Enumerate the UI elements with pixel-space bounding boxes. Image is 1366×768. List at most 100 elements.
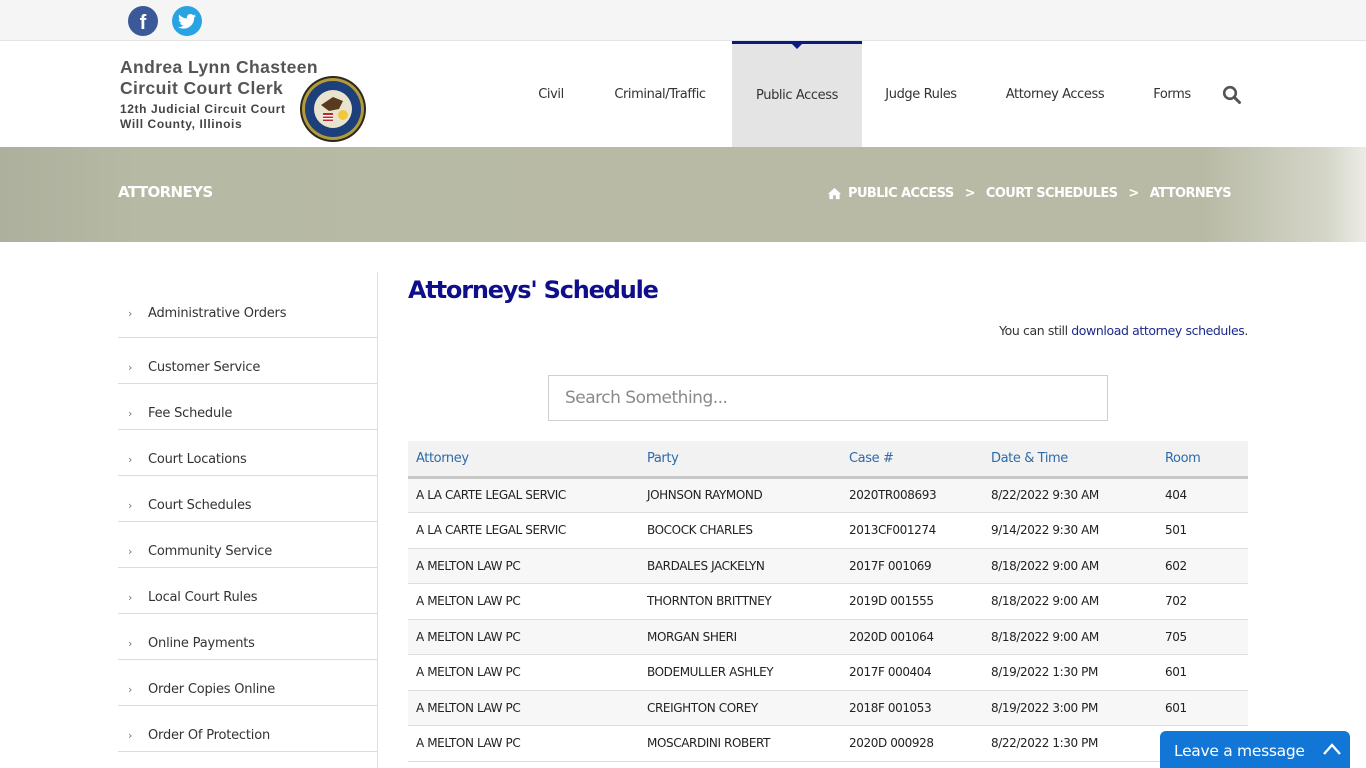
table-row[interactable]: A MELTON LAW PC BARDALES JACKELYN 2017F 00… [408, 548, 1248, 584]
social-bar: f [0, 0, 1366, 41]
schedule-search-input[interactable] [548, 375, 1108, 421]
cell-attorney: A MELTON LAW PC [416, 629, 521, 644]
twitter-link[interactable] [172, 6, 202, 36]
cell-date-time: 8/18/2022 9:00 AM [991, 594, 1099, 609]
cell-case-number: 2020D 000928 [849, 736, 934, 751]
nav-label: Criminal/Traffic [614, 86, 706, 102]
cell-party: MOSCARDINI ROBERT [647, 736, 771, 751]
sidebar-item-customer-service[interactable]: › Customer Service [118, 338, 377, 384]
sidebar-item-order-of-protection[interactable]: › Order Of Protection [118, 706, 377, 752]
nav-label: Judge Rules [885, 86, 957, 102]
table-row[interactable]: A MELTON LAW PC MOSCARDINI ROBERT 2020D 00… [408, 725, 1248, 761]
chevron-right-icon: › [128, 729, 133, 742]
cell-party: CREIGHTON COREY [647, 700, 758, 715]
page-title: Attorneys' Schedule [408, 276, 659, 304]
table-row[interactable]: A MELTON LAW PC MORGAN SHERI 2020D 001064 8… [408, 619, 1248, 655]
breadcrumb-separator: > [964, 186, 976, 201]
banner-title: ATTORNEYS [118, 183, 213, 201]
site-logo[interactable]: Andrea Lynn Chasteen Circuit Court Clerk… [120, 57, 370, 147]
nav-label: Civil [538, 86, 564, 102]
chevron-right-icon: › [128, 591, 133, 604]
download-schedules-link[interactable]: download attorney schedules [1071, 323, 1245, 338]
cell-case-number: 2013CF001274 [849, 523, 936, 538]
chevron-right-icon: › [128, 637, 133, 650]
nav-forms[interactable]: Forms [1140, 41, 1204, 147]
cell-party: BARDALES JACKELYN [647, 558, 765, 573]
breadcrumb: PUBLIC ACCESS > COURT SCHEDULES > ATTORN… [827, 186, 1232, 201]
sidebar-item-label: Local Court Rules [148, 590, 258, 605]
cell-attorney: A LA CARTE LEGAL SERVIC [416, 523, 566, 538]
cell-attorney: A LA CARTE LEGAL SERVIC [416, 488, 566, 503]
nav-criminal-traffic[interactable]: Criminal/Traffic [598, 41, 722, 147]
cell-case-number: 2018F 001053 [849, 700, 932, 715]
nav-label: Public Access [756, 88, 838, 103]
cell-party: THORNTON BRITTNEY [647, 594, 772, 609]
sidebar-item-online-payments[interactable]: › Online Payments [118, 614, 377, 660]
download-note-suffix: . [1244, 323, 1248, 338]
download-note-prefix: You can still [999, 323, 1072, 338]
cell-date-time: 8/18/2022 9:00 AM [991, 629, 1099, 644]
table-row[interactable]: A MELTON LAW PC CREIGHTON COREY 2018F 0010… [408, 690, 1248, 726]
download-note: You can still download attorney schedule… [999, 323, 1248, 338]
facebook-icon: f [139, 11, 147, 34]
column-header-attorney[interactable]: Attorney [408, 441, 639, 477]
chevron-right-icon: › [128, 453, 133, 466]
sidebar-item-label: Court Schedules [148, 498, 252, 513]
cell-attorney: A MELTON LAW PC [416, 665, 521, 680]
cell-date-time: 8/19/2022 3:00 PM [991, 700, 1098, 715]
breadcrumb-attorneys[interactable]: ATTORNEYS [1150, 186, 1232, 201]
cell-party: MORGAN SHERI [647, 629, 737, 644]
chat-label: Leave a message [1174, 742, 1305, 760]
chevron-right-icon: › [128, 407, 133, 420]
cell-party: BOCOCK CHARLES [647, 523, 753, 538]
column-header-room[interactable]: Room [1157, 441, 1248, 477]
nav-label: Forms [1153, 86, 1191, 102]
nav-public-access[interactable]: Public Access [732, 41, 862, 147]
sidebar-nav: › Administrative Orders › Customer Service… [118, 272, 378, 768]
sidebar-item-label: Online Payments [148, 636, 255, 651]
sidebar-item-fee-schedule[interactable]: › Fee Schedule [118, 384, 377, 430]
table-row[interactable]: A LA CARTE LEGAL SERVIC JOHNSON RAYMOND 20… [408, 477, 1248, 513]
sidebar-item-administrative-orders[interactable]: › Administrative Orders [118, 272, 377, 338]
cell-date-time: 8/18/2022 9:00 AM [991, 558, 1099, 573]
twitter-icon [178, 13, 196, 29]
sidebar-item-community-service[interactable]: › Community Service [118, 522, 377, 568]
cell-room: 601 [1165, 665, 1187, 680]
sidebar-item-local-court-rules[interactable]: › Local Court Rules [118, 568, 377, 614]
column-header-party[interactable]: Party [639, 441, 841, 477]
court-seal-icon [300, 76, 366, 142]
attorney-schedule-table: Attorney Party Case # Date & Time Room A… [408, 441, 1248, 762]
nav-judge-rules[interactable]: Judge Rules [872, 41, 970, 147]
nav-civil[interactable]: Civil [526, 41, 576, 147]
cell-room: 501 [1165, 523, 1187, 538]
sidebar-item-order-copies-online[interactable]: › Order Copies Online [118, 660, 377, 706]
sidebar-item-court-schedules[interactable]: › Court Schedules [118, 476, 377, 522]
breadcrumb-separator: > [1128, 186, 1139, 201]
cell-date-time: 9/14/2022 9:30 AM [991, 523, 1099, 538]
cell-attorney: A MELTON LAW PC [416, 594, 521, 609]
sidebar-item-label: Customer Service [148, 360, 261, 375]
cell-case-number: 2020TR008693 [849, 488, 937, 503]
table-row[interactable]: A MELTON LAW PC BODEMULLER ASHLEY 2017F 00… [408, 654, 1248, 690]
breadcrumb-public-access[interactable]: PUBLIC ACCESS [848, 186, 954, 201]
nav-attorney-access[interactable]: Attorney Access [990, 41, 1120, 147]
cell-attorney: A MELTON LAW PC [416, 700, 521, 715]
facebook-link[interactable]: f [128, 6, 158, 36]
cell-date-time: 8/19/2022 1:30 PM [991, 665, 1098, 680]
cell-date-time: 8/22/2022 9:30 AM [991, 488, 1099, 503]
chevron-right-icon: › [128, 545, 133, 558]
chevron-right-icon: › [128, 499, 133, 512]
table-row[interactable]: A MELTON LAW PC THORNTON BRITTNEY 2019D 00… [408, 583, 1248, 619]
breadcrumb-court-schedules[interactable]: COURT SCHEDULES [986, 186, 1118, 201]
column-header-date-time[interactable]: Date & Time [983, 441, 1157, 477]
leave-message-chat-button[interactable]: Leave a message [1160, 731, 1350, 768]
table-row[interactable]: A LA CARTE LEGAL SERVIC BOCOCK CHARLES 201… [408, 512, 1248, 548]
cell-date-time: 8/22/2022 1:30 PM [991, 736, 1098, 751]
cell-case-number: 2019D 001555 [849, 594, 934, 609]
home-icon[interactable] [827, 187, 842, 200]
search-icon[interactable] [1222, 85, 1242, 105]
column-header-case-number[interactable]: Case # [841, 441, 983, 477]
sidebar-item-label: Order Copies Online [148, 682, 276, 697]
sidebar-item-court-locations[interactable]: › Court Locations [118, 430, 377, 476]
chevron-right-icon: › [128, 361, 133, 374]
